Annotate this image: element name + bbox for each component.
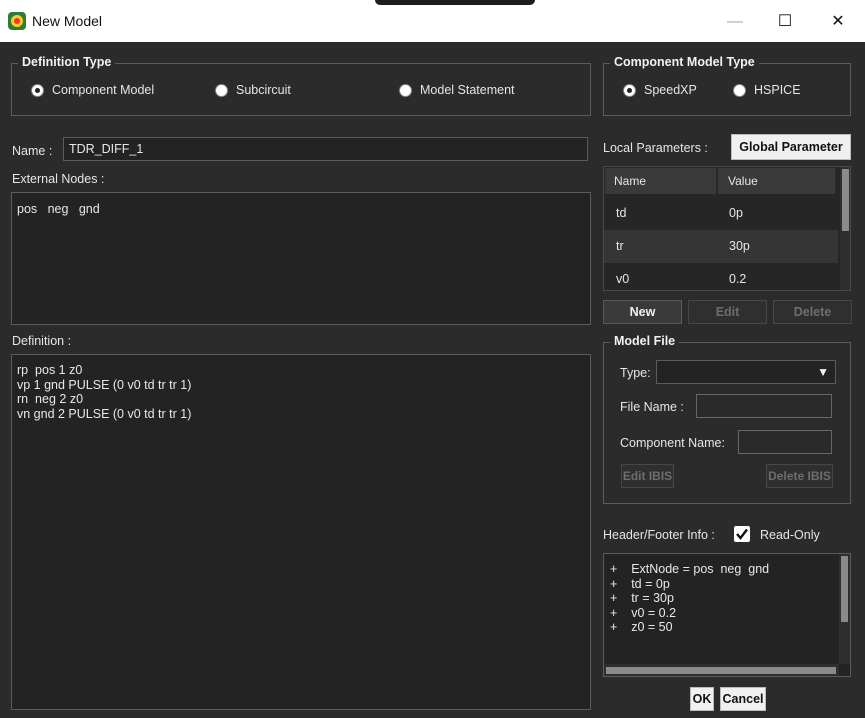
definition-label: Definition :: [12, 334, 72, 348]
file-name-label: File Name :: [620, 400, 684, 414]
table-scrollbar-thumb[interactable]: [842, 169, 849, 231]
radio-selected-icon: [623, 83, 636, 97]
radio-icon: [399, 83, 412, 97]
read-only-checkbox[interactable]: [734, 526, 750, 542]
component-model-type-group: Component Model Type SpeedXP HSPICE: [603, 55, 851, 116]
close-button[interactable]: ✕: [815, 8, 861, 36]
file-name-input[interactable]: [696, 394, 832, 418]
table-row-selected[interactable]: tr 30p: [604, 230, 838, 263]
table-row[interactable]: td 0p: [604, 197, 838, 230]
table-row[interactable]: v0 0.2: [604, 263, 838, 290]
definition-type-group: Definition Type Component Model Subcircu…: [11, 55, 591, 116]
maximize-button[interactable]: ☐: [762, 8, 808, 36]
edit-ibis-button[interactable]: Edit IBIS: [621, 464, 674, 488]
window-title: New Model: [32, 13, 103, 29]
radio-subcircuit[interactable]: Subcircuit: [215, 83, 291, 97]
external-nodes-text: pos neg gnd: [17, 202, 100, 216]
app-icon: [8, 12, 26, 30]
definition-type-label: Definition Type: [18, 55, 116, 69]
model-file-label: Model File: [610, 334, 680, 348]
header-footer-vscrollbar[interactable]: [839, 554, 850, 664]
type-select[interactable]: ▼: [656, 360, 836, 384]
local-parameters-label: Local Parameters :: [603, 141, 708, 155]
chevron-down-icon: ▼: [817, 365, 829, 379]
component-name-label: Component Name:: [620, 436, 725, 450]
table-scrollbar[interactable]: [840, 167, 850, 290]
external-nodes-label: External Nodes :: [12, 172, 105, 186]
column-header-name[interactable]: Name: [605, 168, 717, 194]
checkmark-icon: [736, 528, 748, 540]
definition-text: rp pos 1 z0 vp 1 gnd PULSE (0 v0 td tr t…: [17, 363, 192, 421]
edit-parameter-button[interactable]: Edit: [688, 300, 767, 324]
delete-parameter-button[interactable]: Delete: [773, 300, 852, 324]
component-name-input[interactable]: [738, 430, 832, 454]
vscrollbar-thumb[interactable]: [841, 556, 848, 622]
new-parameter-button[interactable]: New: [603, 300, 682, 324]
delete-ibis-button[interactable]: Delete IBIS: [766, 464, 833, 488]
radio-speedxp[interactable]: SpeedXP: [623, 83, 697, 97]
radio-selected-icon: [31, 83, 44, 97]
name-label: Name :: [12, 144, 53, 158]
hscrollbar-thumb[interactable]: [606, 667, 836, 674]
type-label: Type:: [620, 366, 651, 380]
component-model-type-label: Component Model Type: [610, 55, 759, 69]
definition-textarea[interactable]: rp pos 1 z0 vp 1 gnd PULSE (0 v0 td tr t…: [11, 354, 591, 710]
radio-model-statement[interactable]: Model Statement: [399, 83, 515, 97]
title-bar: New Model — ☐ ✕: [0, 0, 865, 42]
header-footer-label: Header/Footer Info :: [603, 528, 715, 542]
external-nodes-textarea[interactable]: pos neg gnd: [11, 192, 591, 325]
header-footer-hscrollbar[interactable]: [604, 664, 839, 676]
column-header-value[interactable]: Value: [718, 168, 836, 194]
header-footer-textarea[interactable]: + ExtNode = pos neg gnd + td = 0p + tr =…: [603, 553, 851, 677]
ok-button[interactable]: OK: [690, 687, 714, 711]
radio-icon: [215, 83, 228, 97]
global-parameter-button[interactable]: Global Parameter: [731, 134, 851, 160]
radio-component-model[interactable]: Component Model: [31, 83, 154, 97]
read-only-label: Read-Only: [760, 528, 820, 542]
radio-icon: [733, 83, 746, 97]
header-footer-text: + ExtNode = pos neg gnd + td = 0p + tr =…: [610, 562, 770, 634]
name-input[interactable]: TDR_DIFF_1: [63, 137, 588, 161]
minimize-button[interactable]: —: [712, 8, 758, 36]
model-file-group: Model File Type: ▼ File Name : Component…: [603, 334, 851, 504]
local-parameters-table: Name Value td 0p tr 30p v0 0.2: [603, 166, 851, 291]
cancel-button[interactable]: Cancel: [720, 687, 766, 711]
radio-hspice[interactable]: HSPICE: [733, 83, 801, 97]
